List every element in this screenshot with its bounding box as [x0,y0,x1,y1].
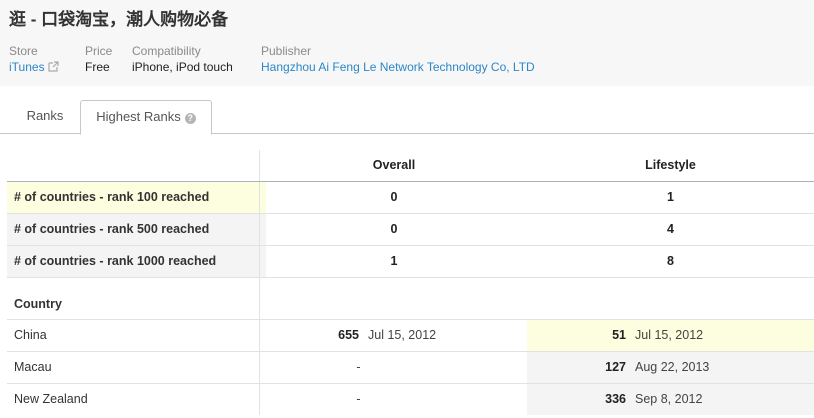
table-row: New Zealand - 336 Sep 8, 2012 [7,384,814,415]
overall-cell: - [259,352,528,383]
summary-lifestyle: 4 [667,222,674,236]
meta-price: Price Free [85,43,112,75]
summary-row: # of countries - rank 100 reached 0 1 [7,182,814,214]
tab-highest-ranks[interactable]: Highest Ranks? [80,100,212,135]
lifestyle-date: Jul 15, 2012 [635,328,704,342]
summary-lifestyle: 8 [667,254,674,268]
overall-empty: - [356,360,361,374]
lifestyle-rank: 336 [605,392,626,406]
tab-ranks-label: Ranks [26,108,64,123]
lifestyle-cell: 51 Jul 15, 2012 [527,320,814,351]
table-row: Macau - 127 Aug 22, 2013 [7,352,814,384]
app-title: 逛 - 口袋淘宝，潮人购物必备 [9,10,229,29]
summary-label: # of countries - rank 100 reached [7,182,266,213]
summary-label: # of countries - rank 500 reached [7,214,266,245]
lifestyle-cell: 127 Aug 22, 2013 [527,352,814,383]
table-header-row: Overall Lifestyle [7,150,814,182]
summary-overall: 1 [259,246,528,277]
publisher-label: Publisher [261,44,312,58]
help-icon[interactable]: ? [184,113,196,124]
publisher-link[interactable]: Hangzhou Ai Feng Le Network Technology C… [261,59,535,75]
meta-compatibility: Compatibility iPhone, iPod touch [132,43,233,75]
summary-overall: 0 [259,214,528,245]
compat-label: Compatibility [132,44,201,58]
lifestyle-rank: 127 [605,360,626,374]
summary-label: # of countries - rank 1000 reached [7,246,266,277]
overall-rank: 655 [338,328,359,342]
price-value: Free [85,60,110,74]
summary-overall: 0 [259,182,528,213]
external-link-icon[interactable] [47,61,59,72]
column-header-overall: Overall [259,150,528,181]
store-label: Store [9,44,38,58]
overall-cell: - [259,384,528,415]
overall-empty: - [356,392,361,406]
column-header-lifestyle: Lifestyle [645,158,696,172]
country-name: Macau [14,360,52,374]
lifestyle-rank: 51 [612,328,626,342]
compat-value: iPhone, iPod touch [132,60,233,74]
country-header-row: Country [7,278,814,320]
meta-store: Store iTunes [9,43,59,75]
store-link[interactable]: iTunes [9,60,45,74]
tab-ranks[interactable]: Ranks [14,100,76,132]
lifestyle-date: Sep 8, 2012 [635,392,703,406]
summary-row: # of countries - rank 1000 reached 1 8 [7,246,814,278]
summary-row: # of countries - rank 500 reached 0 4 [7,214,814,246]
tab-bar: Ranks Highest Ranks? [0,86,814,135]
summary-lifestyle: 1 [667,190,674,204]
lifestyle-date: Aug 22, 2013 [635,360,710,374]
table-row: China 655 Jul 15, 2012 51 Jul 15, 2012 [7,320,814,352]
meta-publisher: Publisher Hangzhou Ai Feng Le Network Te… [261,43,535,75]
overall-cell: 655 Jul 15, 2012 [259,320,528,351]
price-label: Price [85,44,113,58]
country-column-header: Country [14,297,62,311]
overall-date: Jul 15, 2012 [368,328,437,342]
country-name: China [14,328,47,342]
country-name: New Zealand [14,392,88,406]
lifestyle-cell: 336 Sep 8, 2012 [527,384,814,415]
app-header: 逛 - 口袋淘宝，潮人购物必备 Store iTunes Price Free … [0,0,814,86]
tab-highest-ranks-label: Highest Ranks [96,109,181,124]
